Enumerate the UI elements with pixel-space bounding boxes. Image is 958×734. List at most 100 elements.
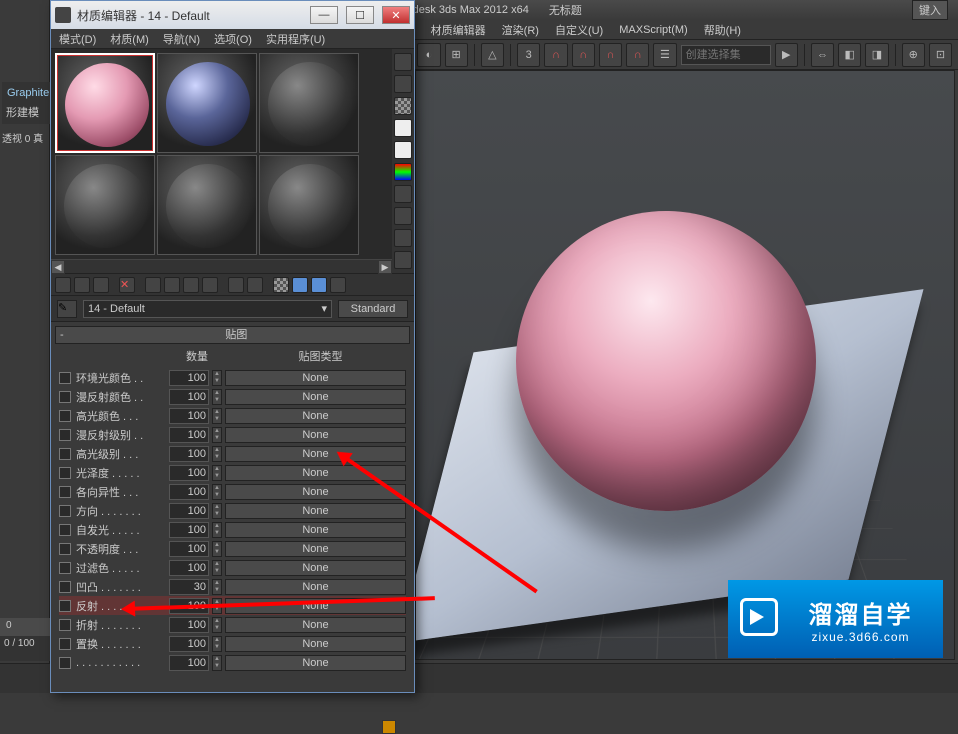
sample-slot-1[interactable] xyxy=(55,53,155,153)
pick-material-icon[interactable]: ✎ xyxy=(57,300,77,318)
map-slot-button[interactable]: None xyxy=(225,370,406,386)
maps-rollout-header[interactable]: - 贴图 xyxy=(55,326,410,344)
amount-spinner[interactable]: 100 xyxy=(169,541,209,557)
mirror-icon[interactable]: ⇔ xyxy=(811,43,834,67)
maximize-button[interactable]: ☐ xyxy=(346,6,374,24)
map-slot-button[interactable]: None xyxy=(225,522,406,538)
map-slot-button[interactable]: None xyxy=(225,503,406,519)
map-checkbox[interactable] xyxy=(59,448,71,460)
material-name-dropdown[interactable]: 14 - Default▾ xyxy=(83,300,332,318)
named-selection-input[interactable] xyxy=(681,45,771,65)
tool-icon[interactable]: ⊕ xyxy=(902,43,925,67)
viewport[interactable] xyxy=(415,70,955,660)
amount-spinner[interactable]: 100 xyxy=(169,427,209,443)
amount-spinner[interactable]: 100 xyxy=(169,636,209,652)
spinner-buttons[interactable]: ▲▼ xyxy=(212,370,222,386)
map-slot-button[interactable]: None xyxy=(225,560,406,576)
main-menu-help[interactable]: 帮助(H) xyxy=(704,22,741,38)
map-slot-button[interactable]: None xyxy=(225,541,406,557)
map-checkbox[interactable] xyxy=(59,543,71,555)
spinner-buttons[interactable]: ▲▼ xyxy=(212,446,222,462)
map-slot-button[interactable]: None xyxy=(225,579,406,595)
tool-icon[interactable]: ▶ xyxy=(775,43,798,67)
map-checkbox[interactable] xyxy=(59,581,71,593)
amount-spinner[interactable]: 100 xyxy=(169,503,209,519)
map-checkbox[interactable] xyxy=(59,486,71,498)
go-sibling-icon[interactable] xyxy=(330,277,346,293)
spinner-buttons[interactable]: ▲▼ xyxy=(212,636,222,652)
spinner-buttons[interactable]: ▲▼ xyxy=(212,655,222,671)
make-copy-icon[interactable] xyxy=(145,277,161,293)
options-icon[interactable] xyxy=(394,207,412,225)
amount-spinner[interactable]: 30 xyxy=(169,579,209,595)
amount-spinner[interactable]: 100 xyxy=(169,522,209,538)
background-icon[interactable] xyxy=(394,97,412,115)
sample-slot-3[interactable] xyxy=(259,53,359,153)
tool-three-icon[interactable]: 3 xyxy=(517,43,540,67)
sample-uv-icon[interactable] xyxy=(394,141,412,159)
snap-icon[interactable]: ∩ xyxy=(599,43,622,67)
map-slot-button[interactable]: None xyxy=(225,427,406,443)
show-bg-icon[interactable] xyxy=(273,277,289,293)
tool-icon[interactable]: ◨ xyxy=(865,43,888,67)
tool-icon[interactable]: △ xyxy=(481,43,504,67)
amount-spinner[interactable]: 100 xyxy=(169,617,209,633)
show-map-icon[interactable] xyxy=(228,277,244,293)
perspective-label[interactable]: 透视 0 真 xyxy=(2,130,43,145)
menu-options[interactable]: 选项(O) xyxy=(214,31,252,46)
menu-nav[interactable]: 导航(N) xyxy=(163,31,200,46)
tool-icon[interactable]: ◐ xyxy=(417,43,440,67)
map-checkbox[interactable] xyxy=(59,505,71,517)
snap-icon[interactable]: ∩ xyxy=(544,43,567,67)
select-by-mat-icon[interactable] xyxy=(394,229,412,247)
map-slot-button[interactable]: None xyxy=(225,617,406,633)
assign-to-sel-icon[interactable] xyxy=(93,277,109,293)
sphere-object[interactable] xyxy=(516,211,816,511)
sample-uv-icon[interactable] xyxy=(394,119,412,137)
sample-slot-6[interactable] xyxy=(259,155,359,255)
window-titlebar[interactable]: 材质编辑器 - 14 - Default — ☐ ✕ xyxy=(51,1,414,29)
sample-scroll[interactable]: ◀ ▶ xyxy=(51,259,392,273)
time-slider[interactable]: 0 xyxy=(0,618,50,638)
map-checkbox[interactable] xyxy=(59,410,71,422)
video-color-icon[interactable] xyxy=(394,163,412,181)
backlight-icon[interactable] xyxy=(394,75,412,93)
put-to-lib-icon[interactable] xyxy=(183,277,199,293)
spinner-buttons[interactable]: ▲▼ xyxy=(212,522,222,538)
amount-spinner[interactable]: 100 xyxy=(169,389,209,405)
spinner-buttons[interactable]: ▲▼ xyxy=(212,541,222,557)
tool-icon[interactable]: ☰ xyxy=(653,43,676,67)
map-checkbox[interactable] xyxy=(59,638,71,650)
map-checkbox[interactable] xyxy=(59,657,71,669)
sample-type-icon[interactable] xyxy=(394,53,412,71)
map-checkbox[interactable] xyxy=(59,524,71,536)
put-to-scene-icon[interactable] xyxy=(74,277,90,293)
spinner-buttons[interactable]: ▲▼ xyxy=(212,484,222,500)
spinner-buttons[interactable]: ▲▼ xyxy=(212,389,222,405)
amount-spinner[interactable]: 100 xyxy=(169,484,209,500)
spinner-buttons[interactable]: ▲▼ xyxy=(212,579,222,595)
modeling-label[interactable]: 形建模 xyxy=(2,100,50,124)
map-slot-button[interactable]: None xyxy=(225,389,406,405)
map-checkbox[interactable] xyxy=(59,562,71,574)
show-end-icon[interactable] xyxy=(247,277,263,293)
amount-spinner[interactable]: 100 xyxy=(169,465,209,481)
menu-mode[interactable]: 模式(D) xyxy=(59,31,96,46)
menu-util[interactable]: 实用程序(U) xyxy=(266,31,325,46)
minimize-button[interactable]: — xyxy=(310,6,338,24)
map-checkbox[interactable] xyxy=(59,429,71,441)
get-material-icon[interactable] xyxy=(55,277,71,293)
main-menu-maxscript[interactable]: MAXScript(M) xyxy=(619,24,687,36)
go-forward-icon[interactable] xyxy=(311,277,327,293)
tool-icon[interactable]: ⊡ xyxy=(929,43,952,67)
map-checkbox[interactable] xyxy=(59,372,71,384)
main-menu-render[interactable]: 渲染(R) xyxy=(502,22,539,38)
scroll-left-icon[interactable]: ◀ xyxy=(51,260,65,274)
tool-icon[interactable]: ⊞ xyxy=(445,43,468,67)
spinner-buttons[interactable]: ▲▼ xyxy=(212,465,222,481)
spinner-buttons[interactable]: ▲▼ xyxy=(212,408,222,424)
matid-icon[interactable] xyxy=(202,277,218,293)
spinner-buttons[interactable]: ▲▼ xyxy=(212,503,222,519)
type-hint[interactable]: 键入 xyxy=(912,0,948,20)
map-slot-button[interactable]: None xyxy=(225,655,406,671)
